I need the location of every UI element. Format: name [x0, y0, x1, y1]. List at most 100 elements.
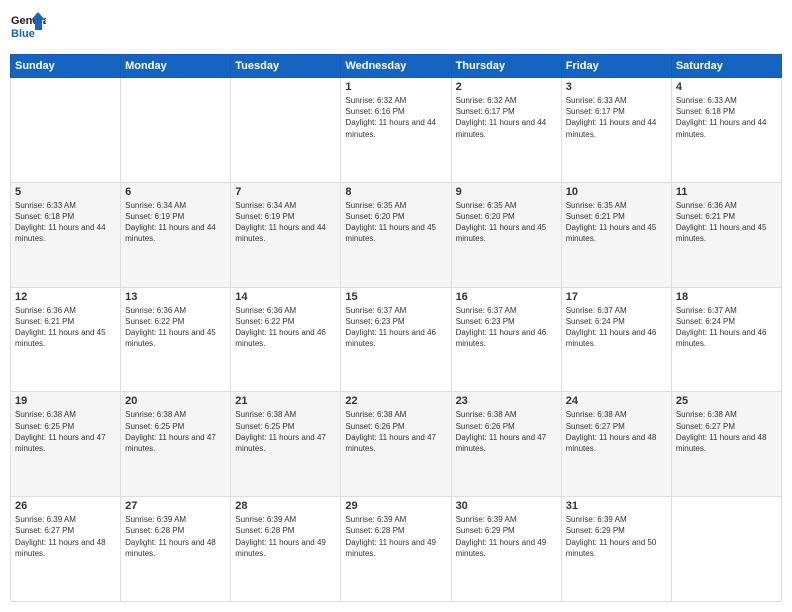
- day-number: 10: [566, 186, 667, 198]
- day-info: Sunrise: 6:33 AM Sunset: 6:18 PM Dayligh…: [676, 95, 777, 140]
- day-info: Sunrise: 6:36 AM Sunset: 6:22 PM Dayligh…: [125, 305, 226, 350]
- table-row: 18Sunrise: 6:37 AM Sunset: 6:24 PM Dayli…: [671, 287, 781, 392]
- col-monday: Monday: [121, 55, 231, 78]
- table-row: 13 Sunrise: 6:36 AM Sunset: 6:22 PM Dayli…: [121, 287, 231, 392]
- day-info: Sunrise: 6:33 AM Sunset: 6:18 PM Dayligh…: [15, 200, 116, 245]
- day-info: Sunrise: 6:39 AM Sunset: 6:28 PM Dayligh…: [235, 514, 336, 559]
- svg-text:Blue: Blue: [11, 28, 35, 40]
- day-number: 9: [456, 186, 557, 198]
- day-info: Sunrise: 6:36 AM Sunset: 6:21 PM Dayligh…: [676, 200, 777, 245]
- table-row: 27Sunrise: 6:39 AM Sunset: 6:28 PM Dayli…: [121, 497, 231, 602]
- day-info: Sunrise: 6:32 AM Sunset: 6:17 PM Dayligh…: [456, 95, 557, 140]
- table-row: 15 Sunrise: 6:37 AM Sunset: 6:23 PM Dayli…: [341, 287, 451, 392]
- table-row: 12 Sunrise: 6:36 AM Sunset: 6:21 PM Dayli…: [11, 287, 121, 392]
- day-info: Sunrise: 6:38 AM Sunset: 6:26 PM Dayligh…: [345, 409, 446, 454]
- day-number: 26: [15, 500, 116, 512]
- table-row: [11, 78, 121, 183]
- calendar-header-row: Sunday Monday Tuesday Wednesday Thursday…: [11, 55, 782, 78]
- day-number: 3: [566, 81, 667, 93]
- day-info: Sunrise: 6:34 AM Sunset: 6:19 PM Dayligh…: [125, 200, 226, 245]
- calendar-week-row: 5 Sunrise: 6:33 AM Sunset: 6:18 PM Daylig…: [11, 182, 782, 287]
- table-row: 8 Sunrise: 6:35 AM Sunset: 6:20 PM Daylig…: [341, 182, 451, 287]
- table-row: 4 Sunrise: 6:33 AM Sunset: 6:18 PM Daylig…: [671, 78, 781, 183]
- table-row: [671, 497, 781, 602]
- day-number: 18: [676, 291, 777, 303]
- table-row: 7 Sunrise: 6:34 AM Sunset: 6:19 PM Daylig…: [231, 182, 341, 287]
- col-sunday: Sunday: [11, 55, 121, 78]
- day-info: Sunrise: 6:39 AM Sunset: 6:28 PM Dayligh…: [125, 514, 226, 559]
- day-number: 19: [15, 395, 116, 407]
- table-row: 20 Sunrise: 6:38 AM Sunset: 6:25 PM Dayli…: [121, 392, 231, 497]
- day-number: 4: [676, 81, 777, 93]
- page: General Blue Sunday Monday Tuesday Wedne…: [0, 0, 792, 612]
- col-saturday: Saturday: [671, 55, 781, 78]
- day-number: 6: [125, 186, 226, 198]
- day-number: 7: [235, 186, 336, 198]
- day-number: 8: [345, 186, 446, 198]
- day-number: 14: [235, 291, 336, 303]
- day-number: 20: [125, 395, 226, 407]
- day-number: 22: [345, 395, 446, 407]
- calendar-table: Sunday Monday Tuesday Wednesday Thursday…: [10, 54, 782, 602]
- table-row: 3 Sunrise: 6:33 AM Sunset: 6:17 PM Daylig…: [561, 78, 671, 183]
- day-number: 12: [15, 291, 116, 303]
- logo: General Blue: [10, 10, 46, 46]
- table-row: 31 Sunrise: 6:39 AM Sunset: 6:29 PM Dayli…: [561, 497, 671, 602]
- table-row: 17Sunrise: 6:37 AM Sunset: 6:24 PM Dayli…: [561, 287, 671, 392]
- table-row: 24Sunrise: 6:38 AM Sunset: 6:27 PM Dayli…: [561, 392, 671, 497]
- col-friday: Friday: [561, 55, 671, 78]
- day-number: 30: [456, 500, 557, 512]
- col-wednesday: Wednesday: [341, 55, 451, 78]
- table-row: 16Sunrise: 6:37 AM Sunset: 6:23 PM Dayli…: [451, 287, 561, 392]
- col-thursday: Thursday: [451, 55, 561, 78]
- col-tuesday: Tuesday: [231, 55, 341, 78]
- day-number: 5: [15, 186, 116, 198]
- header: General Blue: [10, 10, 782, 46]
- table-row: 14 Sunrise: 6:36 AM Sunset: 6:22 PM Dayli…: [231, 287, 341, 392]
- table-row: 9 Sunrise: 6:35 AM Sunset: 6:20 PM Daylig…: [451, 182, 561, 287]
- day-info: Sunrise: 6:38 AM Sunset: 6:27 PM Dayligh…: [676, 409, 777, 454]
- day-number: 15: [345, 291, 446, 303]
- day-info: Sunrise: 6:37 AM Sunset: 6:24 PM Dayligh…: [566, 305, 667, 350]
- table-row: 29Sunrise: 6:39 AM Sunset: 6:28 PM Dayli…: [341, 497, 451, 602]
- calendar-week-row: 1 Sunrise: 6:32 AM Sunset: 6:16 PM Daylig…: [11, 78, 782, 183]
- day-number: 16: [456, 291, 557, 303]
- day-info: Sunrise: 6:36 AM Sunset: 6:21 PM Dayligh…: [15, 305, 116, 350]
- day-info: Sunrise: 6:39 AM Sunset: 6:29 PM Dayligh…: [456, 514, 557, 559]
- table-row: 28 Sunrise: 6:39 AM Sunset: 6:28 PM Dayli…: [231, 497, 341, 602]
- day-number: 28: [235, 500, 336, 512]
- day-info: Sunrise: 6:35 AM Sunset: 6:20 PM Dayligh…: [456, 200, 557, 245]
- table-row: 26 Sunrise: 6:39 AM Sunset: 6:27 PM Dayli…: [11, 497, 121, 602]
- calendar-week-row: 19 Sunrise: 6:38 AM Sunset: 6:25 PM Dayli…: [11, 392, 782, 497]
- table-row: 10 Sunrise: 6:35 AM Sunset: 6:21 PM Dayli…: [561, 182, 671, 287]
- table-row: [231, 78, 341, 183]
- day-number: 2: [456, 81, 557, 93]
- table-row: 6 Sunrise: 6:34 AM Sunset: 6:19 PM Daylig…: [121, 182, 231, 287]
- day-info: Sunrise: 6:39 AM Sunset: 6:27 PM Dayligh…: [15, 514, 116, 559]
- day-info: Sunrise: 6:33 AM Sunset: 6:17 PM Dayligh…: [566, 95, 667, 140]
- day-info: Sunrise: 6:38 AM Sunset: 6:27 PM Dayligh…: [566, 409, 667, 454]
- day-info: Sunrise: 6:34 AM Sunset: 6:19 PM Dayligh…: [235, 200, 336, 245]
- calendar-week-row: 12 Sunrise: 6:36 AM Sunset: 6:21 PM Dayli…: [11, 287, 782, 392]
- day-info: Sunrise: 6:35 AM Sunset: 6:20 PM Dayligh…: [345, 200, 446, 245]
- day-info: Sunrise: 6:39 AM Sunset: 6:29 PM Dayligh…: [566, 514, 667, 559]
- table-row: 22 Sunrise: 6:38 AM Sunset: 6:26 PM Dayli…: [341, 392, 451, 497]
- day-info: Sunrise: 6:32 AM Sunset: 6:16 PM Dayligh…: [345, 95, 446, 140]
- day-info: Sunrise: 6:38 AM Sunset: 6:25 PM Dayligh…: [125, 409, 226, 454]
- calendar-week-row: 26 Sunrise: 6:39 AM Sunset: 6:27 PM Dayli…: [11, 497, 782, 602]
- day-info: Sunrise: 6:35 AM Sunset: 6:21 PM Dayligh…: [566, 200, 667, 245]
- day-info: Sunrise: 6:37 AM Sunset: 6:23 PM Dayligh…: [345, 305, 446, 350]
- day-number: 31: [566, 500, 667, 512]
- day-info: Sunrise: 6:36 AM Sunset: 6:22 PM Dayligh…: [235, 305, 336, 350]
- day-number: 13: [125, 291, 226, 303]
- day-number: 11: [676, 186, 777, 198]
- table-row: 30 Sunrise: 6:39 AM Sunset: 6:29 PM Dayli…: [451, 497, 561, 602]
- day-number: 1: [345, 81, 446, 93]
- day-number: 21: [235, 395, 336, 407]
- table-row: 2 Sunrise: 6:32 AM Sunset: 6:17 PM Daylig…: [451, 78, 561, 183]
- day-info: Sunrise: 6:38 AM Sunset: 6:25 PM Dayligh…: [235, 409, 336, 454]
- table-row: 23Sunrise: 6:38 AM Sunset: 6:26 PM Dayli…: [451, 392, 561, 497]
- day-number: 25: [676, 395, 777, 407]
- table-row: 25 Sunrise: 6:38 AM Sunset: 6:27 PM Dayli…: [671, 392, 781, 497]
- day-info: Sunrise: 6:38 AM Sunset: 6:25 PM Dayligh…: [15, 409, 116, 454]
